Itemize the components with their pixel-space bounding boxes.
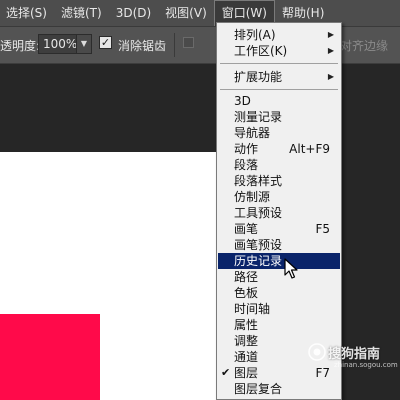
opacity-value: 100% xyxy=(43,37,78,51)
menu-item-label: 仿制源 xyxy=(234,190,271,204)
menu-item-paragraph[interactable]: 段落 xyxy=(218,157,340,173)
menu-item-label: 图层 xyxy=(234,366,259,380)
menu-item-timeline[interactable]: 时间轴 xyxy=(218,301,340,317)
menu-item-label: 测量记录 xyxy=(234,110,283,124)
menu-item-actions[interactable]: 动作 Alt+F9 xyxy=(218,141,340,157)
menu-item-label: 时间轴 xyxy=(234,302,271,316)
menu-item-brush-presets[interactable]: 画笔预设 xyxy=(218,237,340,253)
menu-separator xyxy=(220,89,338,90)
menu-item-tool-presets[interactable]: 工具预设 xyxy=(218,205,340,221)
watermark: 搜狗指南 zhinan.sogou.com xyxy=(308,341,398,371)
menu-item-navigator[interactable]: 导航器 xyxy=(218,125,340,141)
menu-item-label: 色板 xyxy=(234,286,259,300)
menu-item-paragraph-styles[interactable]: 段落样式 xyxy=(218,173,340,189)
checkmark-icon: ✔ xyxy=(221,366,231,379)
submenu-arrow-icon: ▶ xyxy=(327,46,334,55)
red-shape xyxy=(0,314,100,400)
menu-item-label: 属性 xyxy=(234,318,259,332)
opacity-label: 透明度: xyxy=(0,39,41,53)
mouse-pointer-icon xyxy=(284,258,298,279)
menu-item-swatches[interactable]: 色板 xyxy=(218,285,340,301)
menu-item-measurement-log[interactable]: 测量记录 xyxy=(218,109,340,125)
menu-item-history[interactable]: 历史记录 xyxy=(218,253,340,269)
menu-item-label: 工具预设 xyxy=(234,206,283,220)
menu-item-arrange[interactable]: 排列(A) ▶ xyxy=(218,27,340,43)
watermark-text: 搜狗指南 xyxy=(328,347,381,362)
menu-item-label: 扩展功能 xyxy=(234,70,283,84)
menu-item-label: 历史记录 xyxy=(234,254,283,268)
menu-item-shortcut: F5 xyxy=(315,222,330,236)
menu-separator xyxy=(220,63,338,64)
style-option-icon[interactable] xyxy=(183,37,194,48)
menu-item-extensions[interactable]: 扩展功能 ▶ xyxy=(218,69,340,85)
menu-item-clone-source[interactable]: 仿制源 xyxy=(218,189,340,205)
sogou-logo-icon xyxy=(308,343,326,361)
menu-item-label: 3D xyxy=(234,94,251,108)
submenu-arrow-icon: ▶ xyxy=(327,72,334,81)
menu-item-label: 通道 xyxy=(234,350,259,364)
opacity-select[interactable]: 100% ▼ xyxy=(38,34,92,54)
menu-3d[interactable]: 3D(D) xyxy=(109,0,158,26)
watermark-url: zhinan.sogou.com xyxy=(334,361,398,369)
menu-item-layer-comps[interactable]: 图层复合 xyxy=(218,381,340,397)
menu-item-label: 段落 xyxy=(234,158,259,172)
menu-select[interactable]: 选择(S) xyxy=(0,0,54,26)
chevron-down-icon[interactable]: ▼ xyxy=(76,34,92,54)
menu-item-label: 图层复合 xyxy=(234,382,283,396)
menu-item-label: 段落样式 xyxy=(234,174,283,188)
menu-item-label: 画笔预设 xyxy=(234,238,283,252)
menu-item-label: 排列(A) xyxy=(234,28,276,42)
align-edge-label: 对齐边缘 xyxy=(340,39,389,53)
menu-item-paths[interactable]: 路径 xyxy=(218,269,340,285)
menu-item-label: 导航器 xyxy=(234,126,271,140)
antialias-checkbox[interactable]: ✓ xyxy=(99,36,112,49)
antialias-label: 消除锯齿 xyxy=(118,39,167,53)
menu-item-brush[interactable]: 画笔 F5 xyxy=(218,221,340,237)
menu-item-properties[interactable]: 属性 xyxy=(218,317,340,333)
options-divider xyxy=(174,33,175,57)
menu-item-3d[interactable]: 3D xyxy=(218,93,340,109)
menu-item-label: 动作 xyxy=(234,142,259,156)
menu-item-workspace[interactable]: 工作区(K) ▶ xyxy=(218,43,340,59)
menu-filter[interactable]: 滤镜(T) xyxy=(54,0,109,26)
menu-item-label: 路径 xyxy=(234,270,259,284)
menu-item-label: 画笔 xyxy=(234,222,259,236)
menu-item-label: 工作区(K) xyxy=(234,44,288,58)
menu-view[interactable]: 视图(V) xyxy=(158,0,214,26)
submenu-arrow-icon: ▶ xyxy=(327,30,334,39)
menu-item-shortcut: Alt+F9 xyxy=(289,142,330,156)
menu-item-label: 调整 xyxy=(234,334,259,348)
